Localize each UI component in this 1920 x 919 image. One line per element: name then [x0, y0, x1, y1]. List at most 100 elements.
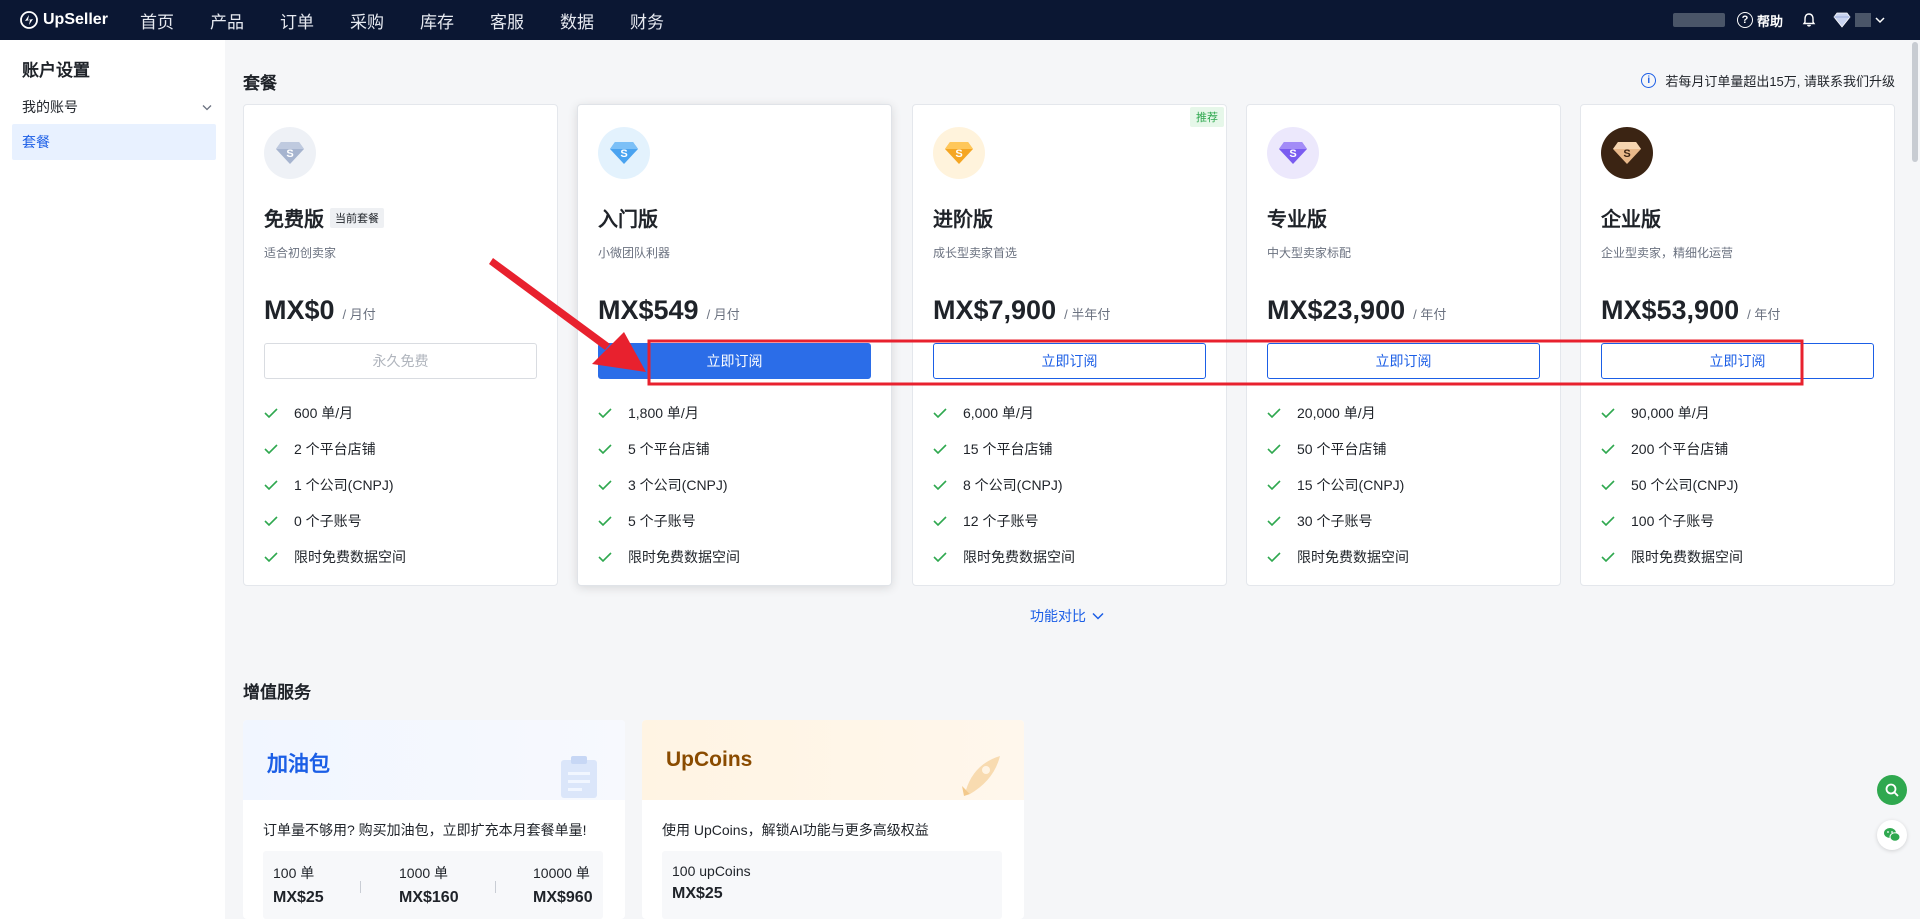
chevron-down-icon — [1875, 17, 1885, 24]
svg-text:S: S — [620, 148, 627, 160]
plan-feature-list: 6,000 单/月 15 个平台店铺 8 个公司(CNPJ) 12 个子账号 限… — [933, 395, 1075, 575]
plan-price-row: MX$53,900 / 年付 — [1601, 295, 1780, 326]
feature-text: 600 单/月 — [294, 405, 354, 421]
feature-text: 100 个子账号 — [1631, 513, 1715, 529]
plan-price: MX$549 — [598, 295, 699, 325]
nav-item-finance[interactable]: 财务 — [630, 8, 664, 33]
feature-item: 1 个公司(CNPJ) — [264, 467, 406, 503]
page-scrollbar[interactable] — [1912, 42, 1918, 162]
plan-desc: 企业型卖家，精细化运营 — [1601, 246, 1734, 260]
diamond-icon — [1833, 12, 1851, 28]
feature-text: 50 个平台店铺 — [1297, 441, 1387, 457]
check-icon — [598, 516, 612, 526]
subscribe-button-starter[interactable]: 立即订阅 — [598, 343, 871, 379]
addon-option[interactable]: 10000 单 MX$960 — [533, 863, 593, 907]
plan-gem-icon: S — [1601, 127, 1653, 179]
account-menu[interactable] — [1833, 12, 1885, 28]
nav-item-home[interactable]: 首页 — [140, 8, 174, 33]
feature-text: 8 个公司(CNPJ) — [963, 477, 1063, 493]
svg-text:S: S — [286, 148, 293, 160]
compare-label: 功能对比 — [1030, 608, 1086, 624]
option-qty: 10000 单 — [533, 865, 590, 881]
feature-compare-toggle[interactable]: 功能对比 — [1030, 606, 1104, 626]
feature-item: 5 个平台店铺 — [598, 431, 740, 467]
check-icon — [598, 444, 612, 454]
feature-text: 30 个子账号 — [1297, 513, 1373, 529]
plan-name-text: 免费版 — [264, 209, 324, 231]
svg-text:S: S — [1623, 148, 1630, 160]
redacted-avatar — [1855, 13, 1871, 27]
plan-name: 专业版 — [1267, 209, 1327, 231]
feature-text: 5 个平台店铺 — [628, 441, 710, 457]
nav-item-products[interactable]: 产品 — [210, 8, 244, 33]
feature-item: 30 个子账号 — [1267, 503, 1409, 539]
plan-period: / 年付 — [1747, 307, 1781, 322]
feature-text: 限时免费数据空间 — [1631, 549, 1743, 565]
feature-text: 限时免费数据空间 — [628, 549, 740, 565]
rocket-icon — [962, 756, 1000, 796]
plan-price: MX$53,900 — [1601, 295, 1740, 325]
plan-feature-list: 1,800 单/月 5 个平台店铺 3 个公司(CNPJ) 5 个子账号 限时免… — [598, 395, 740, 575]
search-fab[interactable] — [1877, 775, 1907, 805]
subscribe-button-pro[interactable]: 立即订阅 — [1267, 343, 1540, 379]
plans-section-title: 套餐 — [243, 74, 277, 93]
addon-card-fuel-pack: 加油包 订单量不够用? 购买加油包，立即扩充本月套餐单量! 100 单 MX$2… — [243, 720, 625, 919]
nav-item-data[interactable]: 数据 — [560, 8, 594, 33]
plan-period: / 月付 — [706, 307, 740, 322]
nav-item-purchasing[interactable]: 采购 — [350, 8, 384, 33]
addon-title: 加油包 — [267, 753, 330, 776]
nav-item-orders[interactable]: 订单 — [280, 8, 314, 33]
sidebar-item-plan[interactable]: 套餐 — [12, 124, 216, 160]
free-forever-button: 永久免费 — [264, 343, 537, 379]
feature-item: 20,000 单/月 — [1267, 395, 1409, 431]
upgrade-note-text: 若每月订单量超出15万, 请联系我们升级 — [1665, 74, 1895, 89]
plan-card-advanced: 推荐 S 进阶版 成长型卖家首选 MX$7,900 / 半年付 立即订阅 6,0… — [912, 104, 1227, 586]
subscribe-button-enterprise[interactable]: 立即订阅 — [1601, 343, 1874, 379]
nav-item-customer-service[interactable]: 客服 — [490, 8, 524, 33]
wechat-fab[interactable] — [1877, 820, 1907, 850]
bell-icon[interactable] — [1801, 12, 1817, 28]
divider — [360, 881, 361, 893]
plan-name: 进阶版 — [933, 209, 993, 231]
addon-option[interactable]: 100 upCoins MX$25 — [672, 863, 751, 903]
plan-card-starter: S 入门版 小微团队利器 MX$549 / 月付 立即订阅 1,800 单/月 … — [577, 104, 892, 586]
feature-text: 5 个子账号 — [628, 513, 696, 529]
check-icon — [1601, 444, 1615, 454]
plan-desc: 成长型卖家首选 — [933, 246, 1018, 260]
addon-options: 100 upCoins MX$25 — [662, 851, 1002, 919]
feature-item: 50 个平台店铺 — [1267, 431, 1409, 467]
chevron-down-icon — [1092, 612, 1104, 620]
plan-period: / 月付 — [342, 307, 376, 322]
plan-feature-list: 20,000 单/月 50 个平台店铺 15 个公司(CNPJ) 30 个子账号… — [1267, 395, 1409, 575]
clipboard-icon — [561, 756, 597, 798]
check-icon — [264, 552, 278, 562]
addon-option[interactable]: 1000 单 MX$160 — [399, 863, 459, 907]
feature-item: 50 个公司(CNPJ) — [1601, 467, 1743, 503]
sidebar-item-my-account[interactable]: 我的账号 — [22, 97, 212, 117]
addon-option[interactable]: 100 单 MX$25 — [273, 863, 324, 907]
svg-text:S: S — [1289, 148, 1296, 160]
addon-card-upcoins: UpCoins 使用 UpCoins，解锁AI功能与更多高级权益 100 upC… — [642, 720, 1024, 919]
help-button[interactable]: ? 帮助 — [1736, 11, 1783, 30]
plan-card-pro: S 专业版 中大型卖家标配 MX$23,900 / 年付 立即订阅 20,000… — [1246, 104, 1561, 586]
upgrade-note: i 若每月订单量超出15万, 请联系我们升级 — [1641, 71, 1895, 90]
plan-price: MX$0 — [264, 295, 335, 325]
option-qty: 100 upCoins — [672, 863, 751, 879]
plan-period: / 年付 — [1413, 307, 1447, 322]
subscribe-button-advanced[interactable]: 立即订阅 — [933, 343, 1206, 379]
feature-item: 1,800 单/月 — [598, 395, 740, 431]
divider — [495, 881, 496, 893]
check-icon — [598, 480, 612, 490]
logo-text: UpSeller — [43, 11, 108, 28]
check-icon — [933, 408, 947, 418]
check-icon — [1601, 552, 1615, 562]
plan-desc: 中大型卖家标配 — [1267, 246, 1352, 260]
feature-item: 3 个公司(CNPJ) — [598, 467, 740, 503]
check-icon — [264, 516, 278, 526]
check-icon — [933, 480, 947, 490]
feature-item: 限时免费数据空间 — [1267, 539, 1409, 575]
nav-item-inventory[interactable]: 库存 — [420, 8, 454, 33]
plan-price: MX$7,900 — [933, 295, 1057, 325]
upseller-logo[interactable]: UpSeller — [20, 11, 122, 29]
feature-text: 15 个平台店铺 — [963, 441, 1053, 457]
